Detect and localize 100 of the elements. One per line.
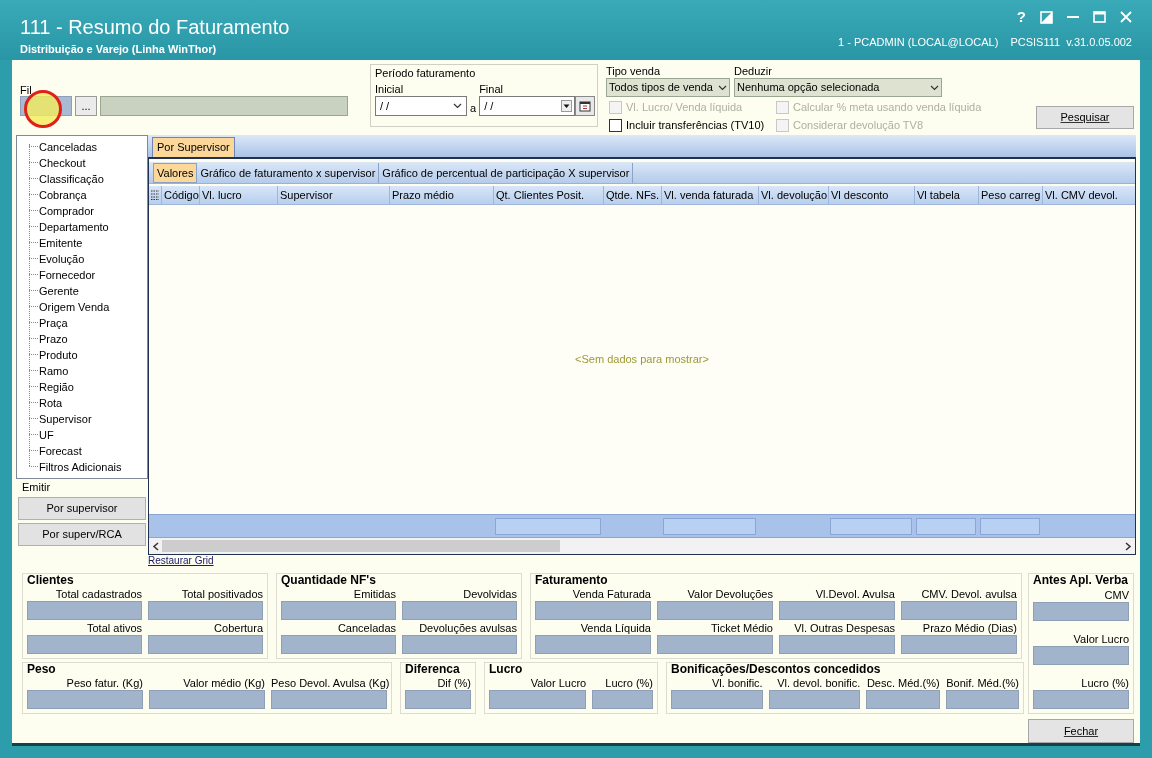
start-date-field[interactable]: / /: [375, 96, 467, 116]
column-header[interactable]: Supervisor: [277, 185, 389, 204]
tree-item[interactable]: Forecast: [38, 443, 82, 458]
calendar-icon: [579, 100, 592, 112]
group-title: Bonificações/Descontos concedidos: [671, 662, 882, 676]
field-label: Total ativos: [85, 621, 142, 635]
period-title: Período faturamento: [375, 66, 477, 80]
field-label: Emitidas: [352, 587, 396, 601]
group-title: Antes Apl. Verba: [1033, 573, 1129, 587]
column-chooser-icon[interactable]: [151, 189, 159, 200]
sale-type-label: Tipo venda: [606, 64, 662, 78]
scroll-right-icon[interactable]: [1125, 541, 1132, 551]
value-field: [405, 690, 471, 709]
tree-item[interactable]: Região: [38, 379, 74, 394]
calendar-button[interactable]: [575, 96, 596, 116]
field-label: Bonif. Méd.(%): [945, 676, 1019, 690]
column-header[interactable]: Vl. devolução: [758, 185, 828, 204]
restore-icon[interactable]: [1040, 10, 1053, 24]
restore-grid-link[interactable]: Restaurar Grid: [148, 555, 214, 567]
tree-item[interactable]: Emitente: [38, 235, 83, 250]
tree-item[interactable]: Gerente: [38, 283, 79, 298]
field-label: Peso fatur. (Kg): [65, 676, 143, 690]
horizontal-scrollbar[interactable]: [149, 538, 1135, 554]
scrollbar-thumb[interactable]: [162, 540, 560, 552]
field-label: Desc. Méd.(%): [866, 676, 940, 690]
field-label: Canceladas: [336, 621, 396, 635]
subtab[interactable]: Gráfico de faturamento x supervisor: [197, 162, 380, 183]
column-header[interactable]: Qt. Clientes Posit.: [493, 185, 603, 204]
column-header[interactable]: Prazo médio: [389, 185, 493, 204]
tree-item[interactable]: Praça: [38, 315, 68, 330]
search-button[interactable]: Pesquisar: [1036, 106, 1134, 129]
sale-type-select[interactable]: Todos tipos de venda: [606, 78, 730, 97]
tree-item[interactable]: Comprador: [38, 203, 95, 218]
column-header[interactable]: Vl. lucro: [199, 185, 277, 204]
value-field: [592, 690, 653, 709]
tree-item[interactable]: Cobrança: [38, 187, 87, 202]
subtab[interactable]: Valores: [153, 162, 198, 183]
user-info: 1 - PCADMIN (LOCAL@LOCAL): [838, 35, 999, 49]
column-header[interactable]: Peso carreg: [978, 185, 1042, 204]
column-header[interactable]: Vl. CMV devol.: [1042, 185, 1135, 204]
field-label: Ticket Médio: [710, 621, 773, 635]
tree-item[interactable]: Prazo: [38, 331, 68, 346]
field-label: Lucro (%): [1080, 676, 1129, 690]
tree-item[interactable]: Classificação: [38, 171, 104, 186]
tree-item[interactable]: Fornecedor: [38, 267, 96, 282]
column-header[interactable]: Vl. venda faturada: [661, 185, 758, 204]
field-label: Vl. Outras Despesas: [793, 621, 895, 635]
group-title: Clientes: [27, 573, 75, 587]
field-label: Devoluções avulsas: [418, 621, 517, 635]
minimize-icon[interactable]: [1067, 15, 1079, 19]
chevron-down-icon: [930, 84, 939, 91]
field-label: Valor Devoluções: [686, 587, 773, 601]
field-label: Valor médio (Kg): [182, 676, 265, 690]
field-label: Vl.Devol. Avulsa: [814, 587, 895, 601]
column-header[interactable]: Vl tabela: [914, 185, 978, 204]
chevron-down-icon: [453, 103, 462, 109]
deduct-select[interactable]: Nenhuma opção selecionada: [734, 78, 942, 97]
empty-message: <Sem dados para mostrar>: [575, 352, 709, 368]
emit-button[interactable]: Por superv/RCA: [18, 522, 146, 546]
browse-button[interactable]: ...: [75, 96, 97, 116]
field-label: Total positivados: [180, 587, 263, 601]
tree-item[interactable]: Canceladas: [38, 139, 98, 154]
group-title: Lucro: [489, 662, 524, 676]
field-label: Peso Devol. Avulsa (Kg): [271, 676, 387, 690]
tree-item[interactable]: Origem Venda: [38, 299, 110, 314]
tree-item[interactable]: Ramo: [38, 363, 69, 378]
checkbox-label: Considerar devolução TV8: [793, 117, 924, 133]
group-title: Diferenca: [405, 662, 461, 676]
field-label: Valor Lucro: [529, 676, 587, 690]
tree-item[interactable]: UF: [38, 427, 54, 442]
tree-item[interactable]: Supervisor: [38, 411, 92, 426]
tree-item[interactable]: Checkout: [38, 155, 86, 170]
tree-item[interactable]: Evolução: [38, 251, 85, 266]
subtab[interactable]: Gráfico de percentual de participação X supervisor: [379, 162, 634, 183]
filial-label: Fil: [20, 84, 33, 96]
column-header[interactable]: Vl desconto: [828, 185, 914, 204]
end-date-field[interactable]: / /: [479, 96, 576, 116]
close-icon[interactable]: [1120, 11, 1132, 23]
group-title: Quantidade NF's: [281, 573, 377, 587]
checkbox[interactable]: [609, 118, 622, 132]
field-label: Lucro (%): [604, 676, 653, 690]
column-header[interactable]: Código: [161, 185, 199, 204]
tab[interactable]: Por Supervisor: [152, 136, 235, 157]
checkbox-label: Calcular % meta usando venda líquida: [793, 99, 982, 115]
emit-label: Emitir: [21, 479, 52, 494]
emit-button[interactable]: Por supervisor: [18, 496, 146, 520]
column-header[interactable]: Qtde. NFs.: [603, 185, 661, 204]
field-label: Total cadastrados: [54, 587, 142, 601]
total-cell: [915, 517, 976, 535]
maximize-icon[interactable]: [1093, 11, 1106, 23]
version-label: v.31.0.05.002: [1066, 35, 1132, 49]
program-code: PCSIS111: [1010, 35, 1061, 49]
tree-item[interactable]: Produto: [38, 347, 78, 362]
scroll-left-icon[interactable]: [152, 541, 159, 551]
tree-item[interactable]: Departamento: [38, 219, 109, 234]
field-label: Venda Faturada: [571, 587, 651, 601]
range-connector: a: [470, 101, 477, 115]
close-button[interactable]: Fechar: [1028, 719, 1134, 743]
tree-item[interactable]: Rota: [38, 395, 63, 410]
tree-item[interactable]: Filtros Adicionais: [38, 459, 122, 474]
